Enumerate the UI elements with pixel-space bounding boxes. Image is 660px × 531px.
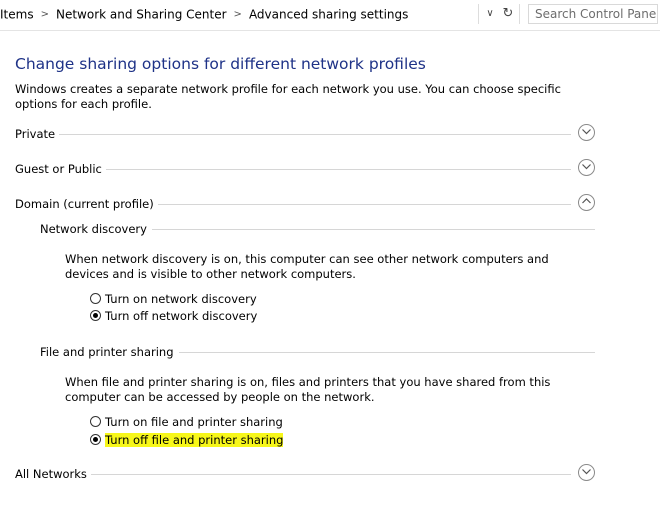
file-printer-sharing-description: When file and printer sharing is on, fil…: [65, 375, 551, 404]
breadcrumb-separator-icon[interactable]: >: [41, 9, 49, 20]
address-buttons: ∨ ↻: [478, 4, 520, 24]
radio-label[interactable]: Turn off network discovery: [105, 309, 257, 323]
profile-guest-label[interactable]: Guest or Public: [15, 161, 106, 177]
profile-all-label[interactable]: All Networks: [15, 466, 91, 482]
radio-label[interactable]: Turn off file and printer sharing: [105, 433, 284, 447]
network-discovery-description: When network discovery is on, this compu…: [65, 252, 549, 281]
file-printer-sharing-title: File and printer sharing: [40, 344, 179, 360]
intro-text: Windows creates a separate network profi…: [15, 82, 561, 111]
radio-turn-on-network-discovery[interactable]: Turn on network discovery: [90, 292, 257, 308]
radio-turn-off-file-printer-sharing[interactable]: Turn off file and printer sharing: [90, 433, 284, 449]
radio-button[interactable]: [90, 293, 101, 304]
radio-button[interactable]: [90, 416, 101, 427]
profile-private-label[interactable]: Private: [15, 126, 60, 142]
radio-button-selected[interactable]: [90, 310, 101, 321]
breadcrumb: Items > Network and Sharing Center > Advance…: [0, 7, 408, 22]
profile-domain-label[interactable]: Domain (current profile): [15, 196, 158, 212]
divider: [15, 474, 571, 475]
breadcrumb-network-sharing-center[interactable]: Network and Sharing Center: [56, 8, 227, 22]
search-input[interactable]: Search Control Panel: [528, 4, 658, 24]
radio-label[interactable]: Turn on network discovery: [105, 292, 257, 306]
chevron-up-icon[interactable]: [578, 194, 595, 211]
radio-label[interactable]: Turn on file and printer sharing: [105, 415, 283, 429]
radio-turn-on-file-printer-sharing[interactable]: Turn on file and printer sharing: [90, 415, 283, 431]
chevron-down-icon[interactable]: [578, 124, 595, 141]
file-printer-sharing-header: File and printer sharing: [40, 344, 595, 362]
radio-turn-off-network-discovery[interactable]: Turn off network discovery: [90, 309, 257, 325]
breadcrumb-items[interactable]: Items: [0, 8, 34, 22]
dropdown-arrow-icon[interactable]: ∨: [482, 6, 498, 22]
divider: [15, 134, 571, 135]
breadcrumb-advanced-sharing-settings[interactable]: Advanced sharing settings: [249, 8, 408, 22]
profile-private[interactable]: Private: [15, 124, 595, 146]
profile-guest-public[interactable]: Guest or Public: [15, 159, 595, 181]
chevron-down-icon[interactable]: [578, 464, 595, 481]
page-title: Change sharing options for different net…: [15, 55, 426, 73]
radio-button-selected[interactable]: [90, 434, 101, 445]
profile-domain[interactable]: Domain (current profile): [15, 194, 595, 216]
network-discovery-title: Network discovery: [40, 221, 152, 237]
network-discovery-header: Network discovery: [40, 221, 595, 239]
profile-all-networks[interactable]: All Networks: [15, 464, 595, 486]
refresh-icon[interactable]: ↻: [500, 5, 516, 23]
breadcrumb-separator-icon[interactable]: >: [234, 9, 242, 20]
chevron-down-icon[interactable]: [578, 159, 595, 176]
address-bar: Items > Network and Sharing Center > Advance…: [0, 0, 660, 31]
